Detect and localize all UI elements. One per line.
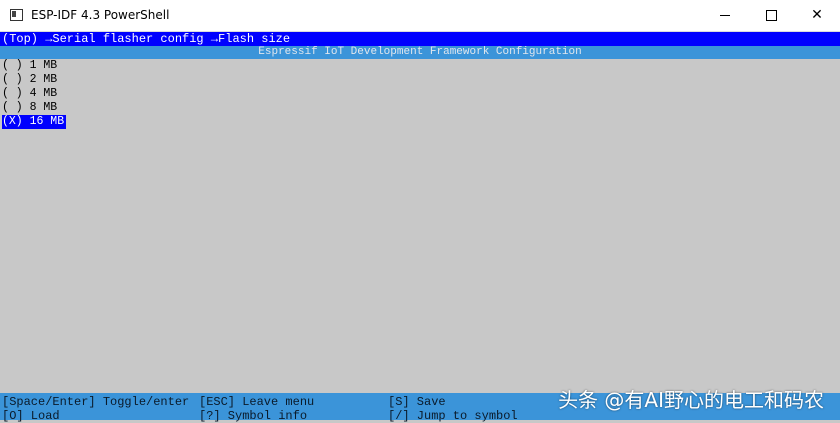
watermark: 头条 @有AI野心的电工和码农	[558, 388, 824, 412]
flash-size-option-8mb[interactable]: ( ) 8 MB	[2, 101, 57, 115]
window-title: ESP-IDF 4.3 PowerShell	[31, 8, 170, 22]
flash-size-option-2mb[interactable]: ( ) 2 MB	[2, 73, 57, 87]
close-button[interactable]: ✕	[794, 0, 840, 31]
breadcrumb: (Top) →Serial flasher config →Flash size	[0, 32, 840, 46]
window-titlebar: ESP-IDF 4.3 PowerShell ✕	[0, 0, 840, 32]
maximize-icon	[765, 9, 777, 21]
close-icon: ✕	[811, 7, 823, 23]
flash-size-option-4mb[interactable]: ( ) 4 MB	[2, 87, 57, 101]
help-toggle-enter: [Space/Enter] Toggle/enter	[2, 395, 190, 409]
help-save: [S] Save	[388, 395, 446, 409]
flash-size-option-1mb[interactable]: ( ) 1 MB	[2, 59, 57, 73]
maximize-button[interactable]	[748, 0, 794, 31]
flash-size-option-16mb[interactable]: (X) 16 MB	[2, 115, 67, 129]
config-header: Espressif IoT Development Framework Conf…	[0, 46, 840, 59]
minimize-button[interactable]	[702, 0, 748, 31]
minimize-icon	[720, 14, 730, 16]
help-load: [O] Load	[2, 409, 60, 423]
help-symbol-info: [?] Symbol info	[199, 409, 308, 423]
help-jump-to-symbol: [/] Jump to symbol	[388, 409, 518, 423]
help-leave-menu: [ESC] Leave menu	[199, 395, 315, 409]
powershell-app-icon	[10, 9, 23, 21]
